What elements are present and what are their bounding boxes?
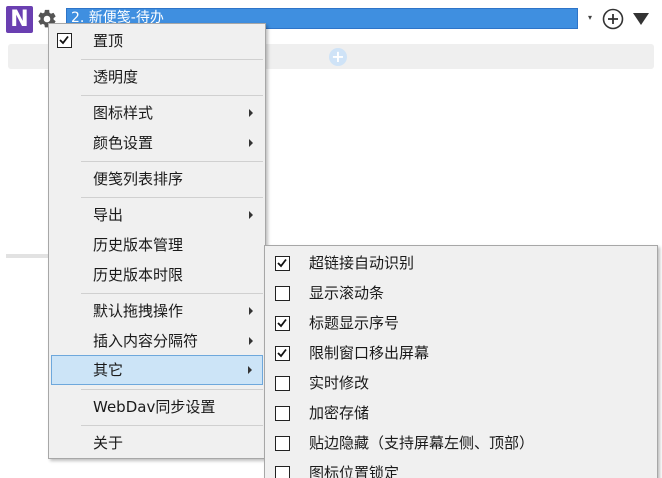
menu-item-about[interactable]: 关于	[51, 428, 263, 458]
menu-separator	[81, 161, 263, 162]
combo-dropdown-icon[interactable]: ▾	[584, 10, 596, 26]
menu-item-opacity[interactable]: 透明度	[51, 62, 263, 92]
submenu-item-title-number[interactable]: 标题显示序号	[267, 308, 655, 338]
checkbox-checked-icon[interactable]	[275, 316, 290, 331]
menu-separator	[81, 425, 263, 426]
menu-item-label: 置顶	[93, 32, 124, 50]
submenu-item-label: 标题显示序号	[309, 314, 400, 332]
menu-item-other[interactable]: 其它	[51, 355, 263, 385]
checkbox-unchecked-icon[interactable]	[275, 406, 290, 421]
checkbox-checked-icon[interactable]	[275, 346, 290, 361]
checkbox-checked-icon	[57, 33, 72, 48]
menu-item-label: 导出	[93, 206, 124, 224]
add-tab-icon[interactable]: +	[329, 48, 347, 66]
checkbox-unchecked-icon[interactable]	[275, 376, 290, 391]
menu-item-note-list-sort[interactable]: 便笺列表排序	[51, 164, 263, 194]
menu-item-label: 其它	[93, 361, 124, 379]
menu-item-label: 便笺列表排序	[93, 170, 184, 188]
submenu-item-label: 图标位置锁定	[309, 464, 400, 478]
submenu-arrow-icon	[249, 211, 253, 219]
menu-item-label: 历史版本时限	[93, 266, 184, 284]
menu-item-label: 关于	[93, 434, 124, 452]
menu-item-label: 默认拖拽操作	[93, 302, 184, 320]
menu-item-history-manage[interactable]: 历史版本管理	[51, 230, 263, 260]
menu-separator	[81, 389, 263, 390]
menu-separator	[81, 293, 263, 294]
submenu-item-live-edit[interactable]: 实时修改	[267, 368, 655, 398]
menu-item-color-settings[interactable]: 颜色设置	[51, 128, 263, 158]
submenu-item-label: 加密存储	[309, 404, 370, 422]
menu-separator	[81, 95, 263, 96]
submenu-item-edge-hide[interactable]: 贴边隐藏（支持屏幕左侧、顶部）	[267, 428, 655, 458]
submenu-item-label: 超链接自动识别	[309, 254, 415, 272]
submenu-item-label: 显示滚动条	[309, 284, 385, 302]
submenu-item-label: 贴边隐藏（支持屏幕左侧、顶部）	[309, 434, 535, 452]
submenu-arrow-icon	[249, 139, 253, 147]
settings-menu: 置顶 透明度 图标样式 颜色设置 便笺列表排序 导出 历史版本管理 历史版本时限…	[48, 23, 266, 459]
checkbox-unchecked-icon[interactable]	[275, 436, 290, 451]
divider	[6, 254, 50, 258]
submenu-arrow-icon	[249, 307, 253, 315]
submenu-arrow-icon	[249, 337, 253, 345]
menu-item-label: 历史版本管理	[93, 236, 184, 254]
menu-item-icon-style[interactable]: 图标样式	[51, 98, 263, 128]
menu-item-label: 颜色设置	[93, 134, 154, 152]
menu-item-label: 透明度	[93, 68, 139, 86]
submenu-item-auto-link[interactable]: 超链接自动识别	[267, 248, 655, 278]
menu-item-history-limit[interactable]: 历史版本时限	[51, 260, 263, 290]
submenu-item-encrypt-storage[interactable]: 加密存储	[267, 398, 655, 428]
submenu-item-label: 限制窗口移出屏幕	[309, 344, 430, 362]
menu-item-insert-separator[interactable]: 插入内容分隔符	[51, 326, 263, 356]
menu-item-webdav-sync[interactable]: WebDav同步设置	[51, 392, 263, 422]
collapse-icon[interactable]	[632, 12, 650, 26]
other-submenu: 超链接自动识别 显示滚动条 标题显示序号 限制窗口移出屏幕 实时修改 加密存储	[264, 245, 658, 478]
submenu-item-icon-lock[interactable]: 图标位置锁定	[267, 458, 655, 478]
submenu-arrow-icon	[248, 366, 252, 374]
menu-item-default-drag[interactable]: 默认拖拽操作	[51, 296, 263, 326]
menu-item-pin-on-top[interactable]: 置顶	[51, 26, 263, 56]
submenu-item-label: 实时修改	[309, 374, 370, 392]
menu-item-label: 插入内容分隔符	[93, 332, 199, 350]
menu-item-export[interactable]: 导出	[51, 200, 263, 230]
checkbox-unchecked-icon[interactable]	[275, 286, 290, 301]
checkbox-unchecked-icon[interactable]	[275, 466, 290, 478]
submenu-arrow-icon	[249, 109, 253, 117]
app-logo[interactable]: N	[6, 6, 33, 33]
submenu-item-show-scrollbar[interactable]: 显示滚动条	[267, 278, 655, 308]
submenu-item-limit-window[interactable]: 限制窗口移出屏幕	[267, 338, 655, 368]
menu-separator	[81, 197, 263, 198]
add-note-icon[interactable]	[602, 8, 624, 30]
checkbox-checked-icon[interactable]	[275, 256, 290, 271]
menu-item-label: WebDav同步设置	[93, 398, 216, 416]
menu-separator	[81, 59, 263, 60]
app-window: N 2. 新便笺-待办 ▾ + 置顶 透明度 图标样式 颜色设置 便笺列表排序 …	[0, 0, 662, 478]
menu-item-label: 图标样式	[93, 104, 154, 122]
